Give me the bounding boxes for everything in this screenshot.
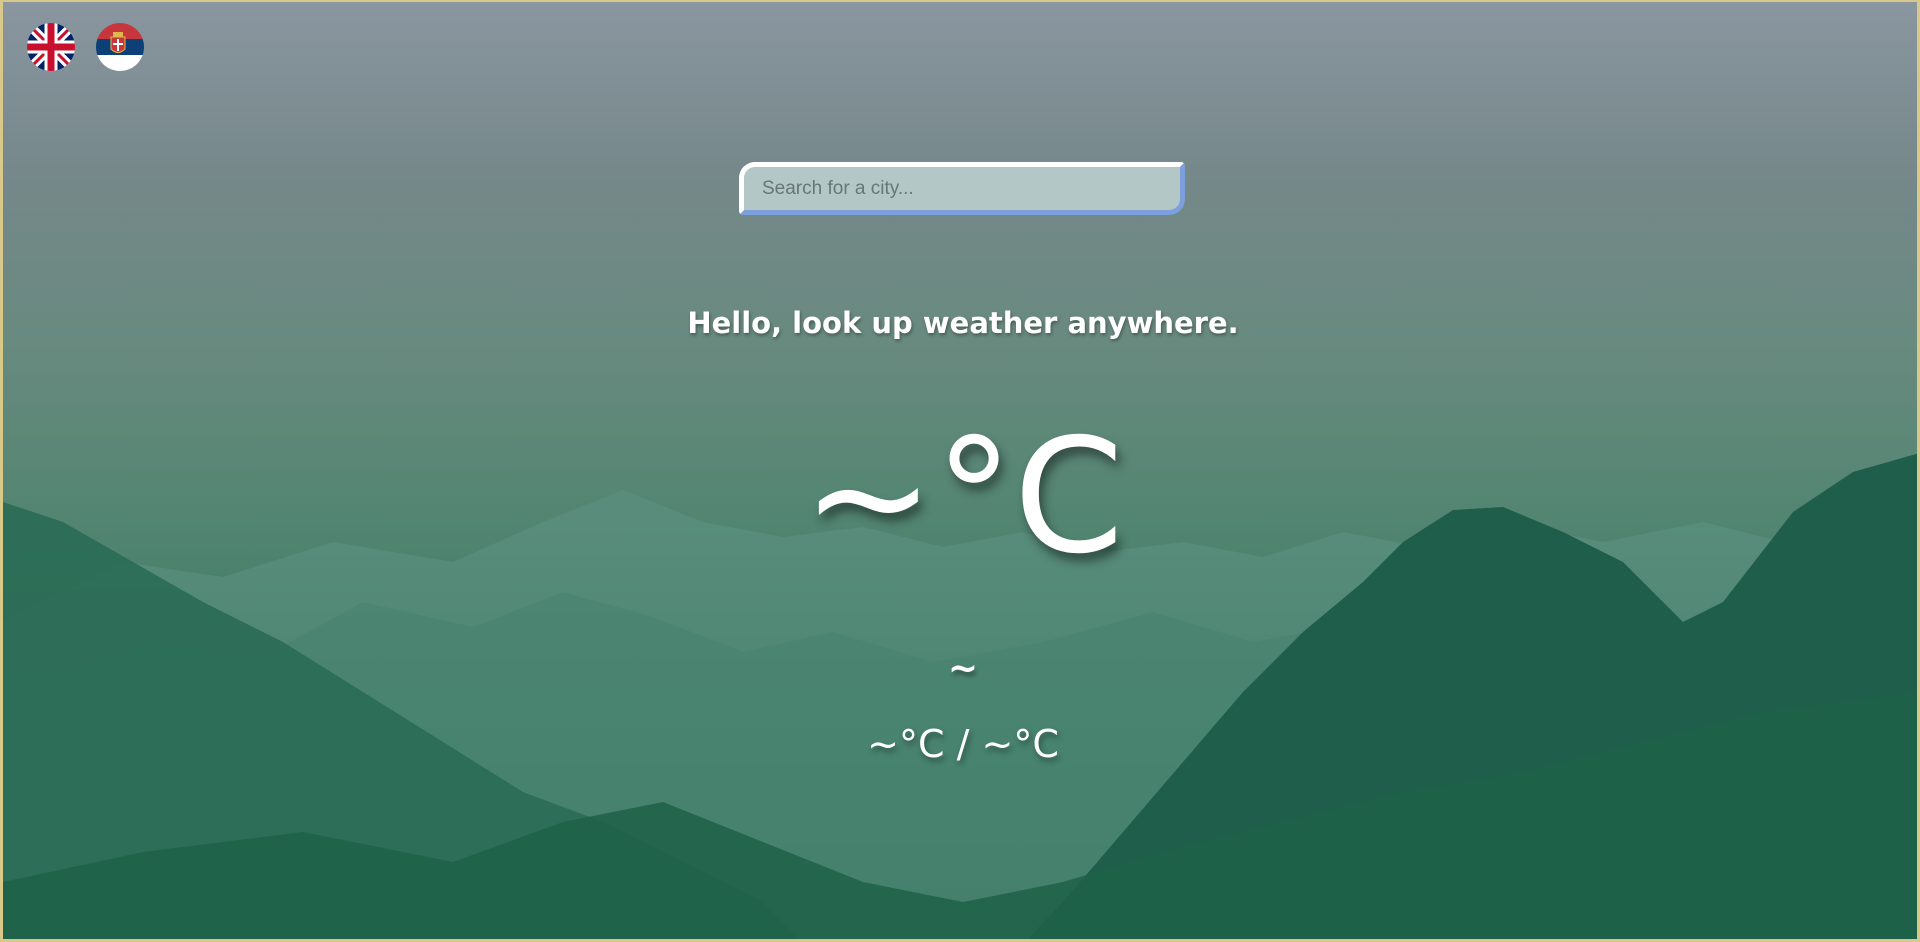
weather-app: Hello, look up weather anywhere. ~°C ~ ~… <box>0 0 1920 942</box>
uk-flag-icon <box>27 23 75 71</box>
language-serbian-button[interactable] <box>96 23 144 71</box>
current-temperature: ~°C <box>802 405 1124 589</box>
serbia-coat-of-arms <box>110 32 126 53</box>
greeting-text: Hello, look up weather anywhere. <box>687 306 1239 340</box>
language-english-button[interactable] <box>27 23 75 71</box>
city-search-input[interactable] <box>739 162 1185 215</box>
high-low-temperature: ~°C / ~°C <box>867 722 1059 766</box>
serbia-flag-icon <box>96 23 144 71</box>
search-bar <box>739 162 1185 215</box>
weather-condition: ~ <box>947 648 979 689</box>
